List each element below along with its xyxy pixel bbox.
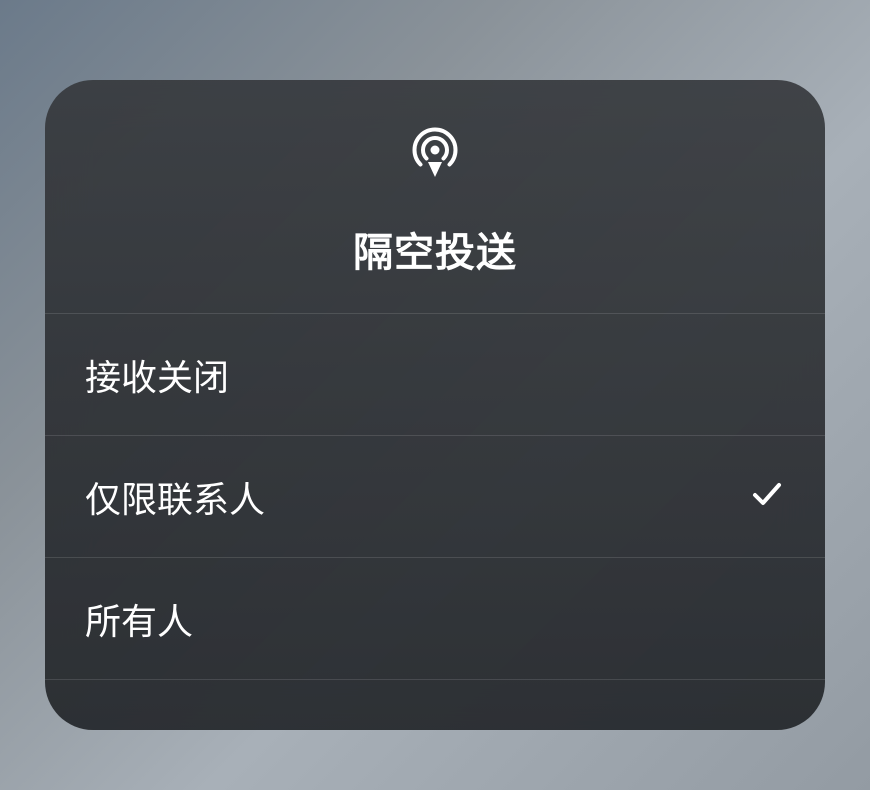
option-everyone[interactable]: 所有人 (45, 558, 825, 680)
option-label: 接收关闭 (85, 349, 229, 401)
option-label: 所有人 (85, 593, 193, 645)
airdrop-icon (405, 120, 465, 185)
panel-title: 隔空投送 (353, 220, 517, 278)
option-receiving-off[interactable]: 接收关闭 (45, 314, 825, 436)
checkmark-icon (749, 476, 785, 517)
option-label: 仅限联系人 (85, 471, 265, 523)
option-contacts-only[interactable]: 仅限联系人 (45, 436, 825, 558)
airdrop-panel: 隔空投送 接收关闭 仅限联系人 所有人 (45, 80, 825, 730)
panel-header: 隔空投送 (45, 80, 825, 314)
options-list: 接收关闭 仅限联系人 所有人 (45, 314, 825, 730)
